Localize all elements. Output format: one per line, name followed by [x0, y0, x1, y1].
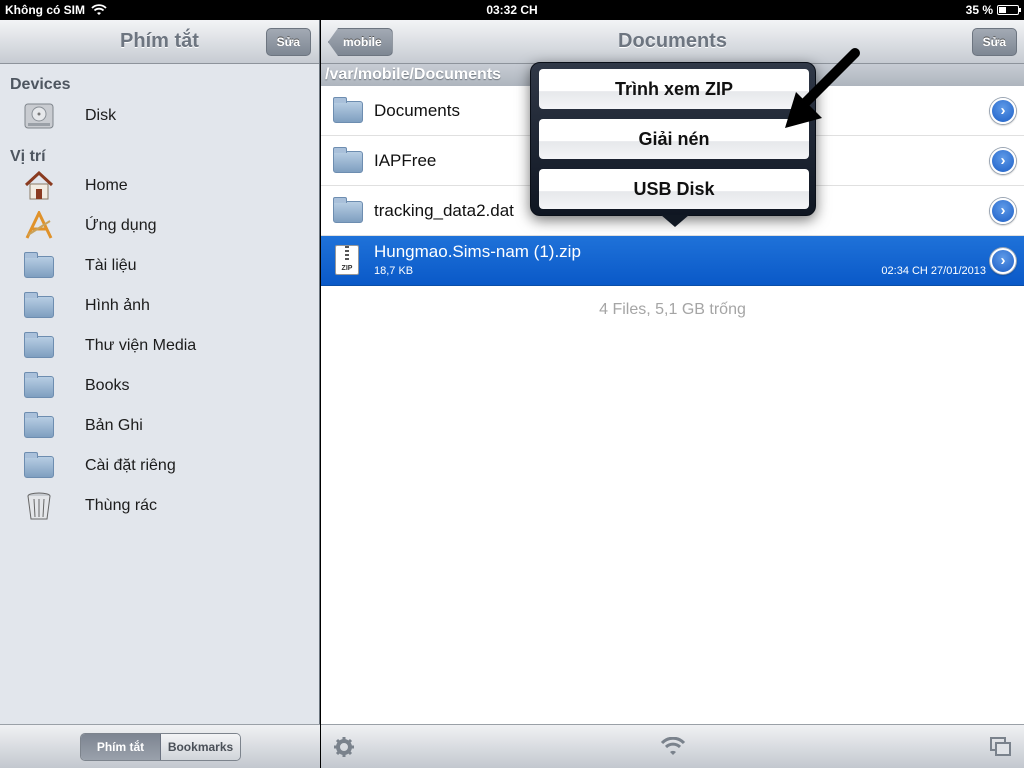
sidebar-item-label: Disk: [85, 107, 117, 124]
segment-bookmarks[interactable]: Bookmarks: [161, 734, 240, 760]
file-name: IAPFree: [374, 151, 437, 170]
sidebar-item-trash[interactable]: Thùng rác: [0, 486, 319, 526]
pictures-folder-icon: [22, 291, 56, 321]
file-date: 02:34 CH 27/01/2013: [881, 265, 986, 277]
documents-toolbar: [321, 724, 1024, 768]
wifi-icon[interactable]: [660, 737, 686, 757]
extract-button[interactable]: Giải nén: [539, 119, 809, 159]
sidebar-item-label: Ứng dụng: [85, 217, 157, 234]
battery-percent: 35 %: [965, 3, 993, 17]
battery-group: 35 %: [965, 3, 1021, 17]
detail-disclosure-button[interactable]: ›: [990, 148, 1016, 174]
sidebar-item-label: Bản Ghi: [85, 417, 143, 434]
section-header-devices: Devices: [10, 76, 71, 93]
documents-title: Documents: [618, 30, 727, 52]
sidebar-item-label: Hình ảnh: [85, 297, 150, 314]
home-icon: [22, 170, 56, 201]
file-size: 18,7 KB: [374, 265, 414, 277]
battery-icon: [997, 5, 1021, 15]
clock: 03:32 CH: [486, 3, 538, 17]
shortcuts-toolbar: Phím tắt Bookmarks: [0, 724, 320, 768]
detail-disclosure-button[interactable]: ›: [990, 248, 1016, 274]
documents-edit-button[interactable]: Sửa: [971, 28, 1017, 56]
documents-folder-icon: [22, 251, 56, 281]
windows-icon[interactable]: [990, 737, 1012, 757]
file-name: tracking_data2.dat: [374, 201, 514, 220]
shortcuts-panel: Phím tắt Sửa Devices Disk Vị trí Home Ứn…: [0, 20, 320, 768]
detail-disclosure-button[interactable]: ›: [990, 198, 1016, 224]
sidebar-item-private-settings[interactable]: Cài đặt riêng: [0, 446, 319, 486]
sidebar-item-documents[interactable]: Tài liệu: [0, 246, 319, 286]
folder-icon: [331, 97, 363, 124]
folder-icon: [331, 147, 363, 174]
section-header-locations: Vị trí: [10, 148, 46, 165]
shortcuts-navbar: Phím tắt Sửa: [0, 20, 319, 64]
zip-file-icon: ZIP: [335, 245, 359, 275]
popover-arrow: [661, 215, 689, 227]
file-name: Hungmao.Sims-nam (1).zip: [374, 242, 581, 261]
storage-summary: 4 Files, 5,1 GB trống: [599, 301, 746, 318]
disk-icon: [22, 101, 56, 131]
sidebar-item-label: Cài đặt riêng: [85, 457, 176, 474]
sidebar-item-recordings[interactable]: Bản Ghi: [0, 406, 319, 446]
detail-disclosure-button[interactable]: ›: [990, 98, 1016, 124]
sidebar-item-applications[interactable]: Ứng dụng: [0, 206, 319, 246]
folder-icon: [22, 411, 56, 441]
annotation-arrow-icon: [785, 48, 860, 128]
sidebar-item-media-library[interactable]: Thư viện Media: [0, 326, 319, 366]
sidebar-item-label: Thùng rác: [85, 497, 158, 514]
applications-icon: [22, 209, 56, 241]
trash-icon: [22, 491, 56, 521]
file-row-selected[interactable]: ZIP Hungmao.Sims-nam (1).zip 18,7 KB 02:…: [321, 236, 1024, 286]
folder-icon: [331, 197, 363, 224]
sidebar-item-books[interactable]: Books: [0, 366, 319, 406]
shortcuts-edit-button[interactable]: Sửa: [265, 28, 311, 56]
folder-icon: [22, 371, 56, 401]
status-bar: Không có SIM 03:32 CH 35 %: [0, 0, 1024, 20]
sidebar-item-pictures[interactable]: Hình ảnh: [0, 286, 319, 326]
sidebar-item-label: Thư viện Media: [85, 337, 197, 354]
documents-navbar: mobile Documents Sửa: [321, 20, 1024, 64]
sidebar-item-disk[interactable]: Disk: [0, 96, 319, 136]
file-name: Documents: [374, 101, 460, 120]
music-folder-icon: [22, 331, 56, 361]
usb-disk-button[interactable]: USB Disk: [539, 169, 809, 209]
zip-viewer-button[interactable]: Trình xem ZIP: [539, 69, 809, 109]
sidebar-item-home[interactable]: Home: [0, 166, 319, 206]
folder-icon: [22, 451, 56, 481]
gear-icon[interactable]: [333, 736, 355, 758]
segment-shortcuts[interactable]: Phím tắt: [81, 734, 161, 760]
sidebar-item-label: Tài liệu: [85, 257, 137, 274]
sidebar-item-label: Home: [85, 177, 128, 194]
sidebar-item-label: Books: [85, 377, 130, 394]
shortcuts-segmented-control: Phím tắt Bookmarks: [80, 733, 241, 761]
